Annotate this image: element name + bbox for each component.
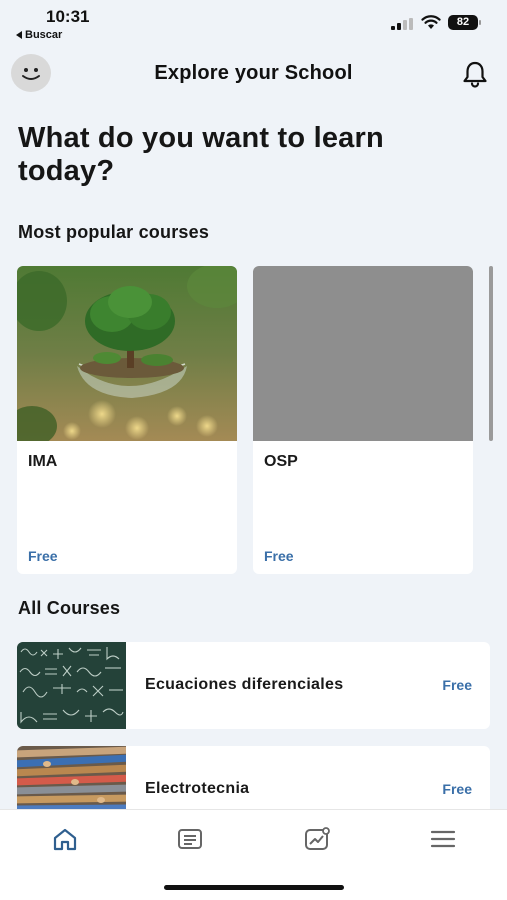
wifi-icon <box>421 15 441 29</box>
menu-icon[interactable] <box>429 826 457 852</box>
course-price: Free <box>442 781 472 797</box>
progress-icon[interactable] <box>303 826 331 852</box>
courses-icon[interactable] <box>176 826 204 852</box>
back-app-label: Buscar <box>25 29 63 41</box>
course-image-placeholder <box>253 266 473 441</box>
all-courses-section-title: All Courses <box>18 598 121 618</box>
course-title: IMA <box>28 453 58 470</box>
popular-course-card[interactable]: IMA Free <box>17 266 237 574</box>
popular-courses-carousel[interactable]: IMA Free OSP Free <box>17 266 507 576</box>
hero-line-1: What do you want to learn <box>18 122 384 154</box>
course-price: Free <box>264 548 294 564</box>
next-card-peek <box>489 266 493 441</box>
course-title: OSP <box>264 453 298 470</box>
status-time: 10:31 <box>46 7 90 26</box>
course-price: Free <box>28 548 58 564</box>
popular-section-title: Most popular courses <box>18 222 210 242</box>
app-header: Explore your School <box>0 52 507 96</box>
cellular-signal-icon <box>391 18 413 30</box>
bell-icon[interactable] <box>459 58 491 90</box>
course-title: Electrotecnia <box>145 780 250 797</box>
home-indicator[interactable] <box>164 885 344 890</box>
hero-line-2: today? <box>18 155 115 187</box>
course-list-item[interactable]: Ecuaciones diferenciales Free <box>17 642 490 729</box>
hero-heading: What do you want to learn today? <box>18 122 488 188</box>
back-to-app-link[interactable]: Buscar <box>16 29 62 41</box>
battery-indicator: 82 <box>448 15 482 31</box>
chalkboard-equations-image <box>17 642 126 729</box>
battery-level: 82 <box>448 15 478 30</box>
home-icon[interactable] <box>51 826 79 852</box>
status-bar: 10:31 Buscar 82 <box>0 0 507 48</box>
tree-in-glass-sphere-image <box>17 266 237 446</box>
course-title: Ecuaciones diferenciales <box>145 676 344 693</box>
course-price: Free <box>442 677 472 693</box>
back-arrow-icon <box>16 31 22 39</box>
page-title: Explore your School <box>154 62 353 84</box>
battery-cap <box>479 20 481 25</box>
popular-course-card[interactable]: OSP Free <box>253 266 473 574</box>
